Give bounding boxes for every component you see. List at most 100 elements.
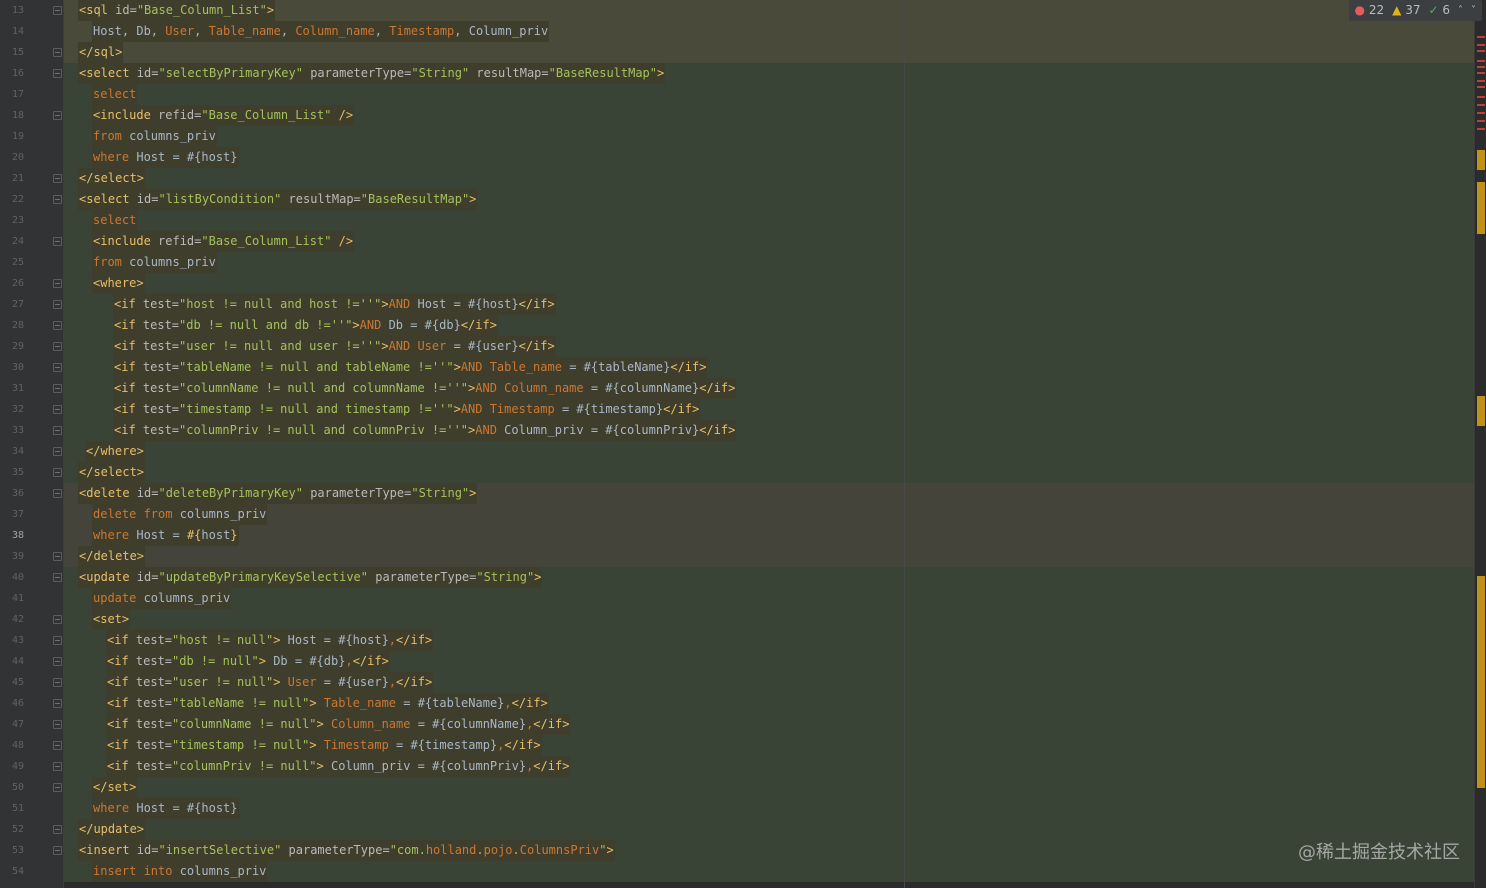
code-line[interactable]: <if test="tableName != null and tableNam…: [64, 357, 1474, 378]
code-line[interactable]: <if test="columnPriv != null and columnP…: [64, 420, 1474, 441]
line-number[interactable]: 32: [0, 399, 24, 420]
line-number[interactable]: 33: [0, 420, 24, 441]
fold-toggle-icon[interactable]: [53, 615, 62, 624]
code-line[interactable]: </update>: [64, 819, 1474, 840]
code-line[interactable]: <if test="host != null and host !=''">AN…: [64, 294, 1474, 315]
previous-problem-icon[interactable]: ˄: [1458, 0, 1463, 21]
code-line[interactable]: <include refid="Base_Column_List" />: [64, 231, 1474, 252]
code-line[interactable]: <sql id="Base_Column_List">: [64, 0, 1474, 21]
code-line[interactable]: </sql>: [64, 42, 1474, 63]
code-line[interactable]: </delete>: [64, 546, 1474, 567]
fold-toggle-icon[interactable]: [53, 363, 62, 372]
code-line[interactable]: <if test="columnName != null"> Column_na…: [64, 714, 1474, 735]
code-line[interactable]: where Host = #{host}: [64, 147, 1474, 168]
fold-toggle-icon[interactable]: [53, 699, 62, 708]
fold-toggle-icon[interactable]: [53, 6, 62, 15]
code-line[interactable]: delete from columns_priv: [64, 504, 1474, 525]
fold-toggle-icon[interactable]: [53, 657, 62, 666]
fold-toggle-icon[interactable]: [53, 636, 62, 645]
code-line[interactable]: Host, Db, User, Table_name, Column_name,…: [64, 21, 1474, 42]
code-line[interactable]: insert into columns_priv: [64, 861, 1474, 882]
fold-toggle-icon[interactable]: [53, 111, 62, 120]
code-line[interactable]: <set>: [64, 609, 1474, 630]
line-number[interactable]: 46: [0, 693, 24, 714]
code-line[interactable]: where Host = #{host}: [64, 798, 1474, 819]
line-number[interactable]: 18: [0, 105, 24, 126]
line-number[interactable]: 43: [0, 630, 24, 651]
error-stripe-marker[interactable]: [1477, 120, 1485, 122]
line-number[interactable]: 34: [0, 441, 24, 462]
next-problem-icon[interactable]: ˅: [1471, 0, 1476, 21]
fold-toggle-icon[interactable]: [53, 342, 62, 351]
line-number[interactable]: 14: [0, 21, 24, 42]
line-number[interactable]: 15: [0, 42, 24, 63]
fold-toggle-icon[interactable]: [53, 237, 62, 246]
code-line[interactable]: </set>: [64, 777, 1474, 798]
code-line[interactable]: <if test="tableName != null"> Table_name…: [64, 693, 1474, 714]
fold-toggle-icon[interactable]: [53, 195, 62, 204]
fold-toggle-icon[interactable]: [53, 384, 62, 393]
code-line[interactable]: <if test="timestamp != null"> Timestamp …: [64, 735, 1474, 756]
line-number[interactable]: 44: [0, 651, 24, 672]
code-line[interactable]: </select>: [64, 462, 1474, 483]
error-stripe-marker[interactable]: [1477, 128, 1485, 130]
line-number[interactable]: 16: [0, 63, 24, 84]
error-stripe-marker[interactable]: [1477, 112, 1485, 114]
fold-toggle-icon[interactable]: [53, 69, 62, 78]
line-number[interactable]: 40: [0, 567, 24, 588]
line-number[interactable]: 17: [0, 84, 24, 105]
line-number[interactable]: 23: [0, 210, 24, 231]
warning-stripe-marker[interactable]: [1477, 150, 1485, 170]
line-number[interactable]: 54: [0, 861, 24, 882]
line-number[interactable]: 48: [0, 735, 24, 756]
warning-count[interactable]: ▲ 37: [1392, 0, 1420, 21]
warning-stripe-marker[interactable]: [1477, 182, 1485, 234]
code-line[interactable]: from columns_priv: [64, 252, 1474, 273]
line-number[interactable]: 20: [0, 147, 24, 168]
error-stripe-marker[interactable]: [1477, 44, 1485, 46]
code-line[interactable]: select: [64, 210, 1474, 231]
fold-toggle-icon[interactable]: [53, 468, 62, 477]
error-stripe-marker[interactable]: [1477, 36, 1485, 38]
line-number[interactable]: 36: [0, 483, 24, 504]
code-line[interactable]: <insert id="insertSelective" parameterTy…: [64, 840, 1474, 861]
line-number[interactable]: 39: [0, 546, 24, 567]
error-stripe-marker[interactable]: [1477, 60, 1485, 62]
code-line[interactable]: <delete id="deleteByPrimaryKey" paramete…: [64, 483, 1474, 504]
code-line[interactable]: </where>: [64, 441, 1474, 462]
line-number[interactable]: 35: [0, 462, 24, 483]
line-number[interactable]: 50: [0, 777, 24, 798]
line-number[interactable]: 53: [0, 840, 24, 861]
fold-toggle-icon[interactable]: [53, 846, 62, 855]
line-number[interactable]: 13: [0, 0, 24, 21]
fold-toggle-icon[interactable]: [53, 741, 62, 750]
fold-toggle-icon[interactable]: [53, 825, 62, 834]
error-count[interactable]: ● 22: [1355, 0, 1385, 21]
line-number[interactable]: 28: [0, 315, 24, 336]
code-line[interactable]: <if test="db != null and db !=''">AND Db…: [64, 315, 1474, 336]
code-line[interactable]: <if test="timestamp != null and timestam…: [64, 399, 1474, 420]
fold-toggle-icon[interactable]: [53, 720, 62, 729]
inspection-widget[interactable]: ● 22 ▲ 37 ✓ 6 ˄ ˅: [1348, 0, 1482, 21]
code-line[interactable]: <include refid="Base_Column_List" />: [64, 105, 1474, 126]
weak-warning-count[interactable]: ✓ 6: [1428, 0, 1450, 21]
fold-toggle-icon[interactable]: [53, 426, 62, 435]
fold-toggle-icon[interactable]: [53, 762, 62, 771]
fold-toggle-icon[interactable]: [53, 552, 62, 561]
line-number[interactable]: 52: [0, 819, 24, 840]
line-number[interactable]: 21: [0, 168, 24, 189]
line-number[interactable]: 41: [0, 588, 24, 609]
fold-toggle-icon[interactable]: [53, 573, 62, 582]
fold-toggle-icon[interactable]: [53, 174, 62, 183]
error-stripe-marker[interactable]: [1477, 72, 1485, 74]
line-number[interactable]: 26: [0, 273, 24, 294]
editor-scrollbar[interactable]: [1474, 0, 1486, 888]
line-number[interactable]: 47: [0, 714, 24, 735]
code-editor[interactable]: <sql id="Base_Column_List"> Host, Db, Use…: [64, 0, 1474, 888]
line-number[interactable]: 45: [0, 672, 24, 693]
code-line[interactable]: <if test="db != null"> Db = #{db},</if>: [64, 651, 1474, 672]
warning-stripe-marker[interactable]: [1477, 396, 1485, 426]
code-line[interactable]: <update id="updateByPrimaryKeySelective"…: [64, 567, 1474, 588]
line-number[interactable]: 30: [0, 357, 24, 378]
fold-toggle-icon[interactable]: [53, 279, 62, 288]
